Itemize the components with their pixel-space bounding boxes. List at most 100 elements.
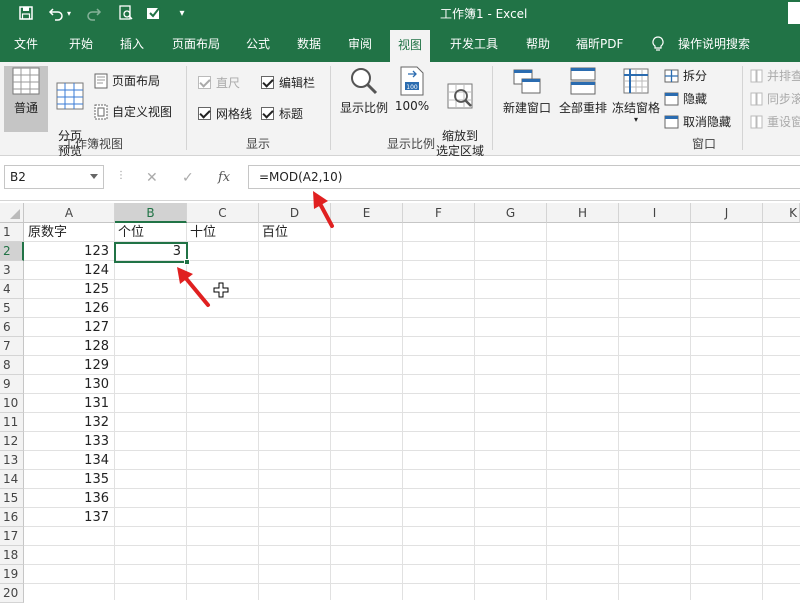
gridlines-checkbox[interactable]: 网格线	[198, 105, 252, 122]
column-header-b[interactable]: B	[115, 203, 187, 223]
formula-bar-checkbox[interactable]: 编辑栏	[261, 74, 315, 91]
undo-dropdown-icon[interactable]: ▾	[64, 3, 74, 23]
custom-view-button[interactable]: 自定义视图	[94, 103, 172, 120]
undo-icon[interactable]	[46, 3, 66, 23]
cell-a10[interactable]: 131	[25, 394, 114, 413]
row-header-20[interactable]: 20	[0, 584, 24, 603]
tab-foxit-pdf[interactable]: 福昕PDF	[576, 26, 623, 62]
cell-a13[interactable]: 134	[25, 451, 114, 470]
column-header-f[interactable]: F	[403, 203, 475, 223]
fill-handle[interactable]	[184, 259, 190, 265]
tab-help[interactable]: 帮助	[526, 26, 550, 62]
customize-toolbar-icon[interactable]: ▾	[172, 3, 192, 23]
column-header-d[interactable]: D	[259, 203, 331, 223]
column-header-e[interactable]: E	[331, 203, 403, 223]
cell-c1[interactable]: 十位	[187, 223, 258, 242]
split-button[interactable]: 拆分	[664, 67, 707, 84]
zoom-button[interactable]: 显示比例	[338, 66, 390, 116]
headings-checkbox[interactable]: 标题	[261, 105, 303, 122]
cell-a4[interactable]: 125	[25, 280, 114, 299]
view-side-by-side-button[interactable]: 并排查	[750, 67, 800, 84]
cell-a2[interactable]: 123	[25, 242, 114, 261]
tab-page-layout[interactable]: 页面布局	[172, 26, 220, 62]
headings-checkbox-box[interactable]	[261, 107, 274, 120]
worksheet-grid[interactable]: A B C D E F G H I J K 1 2 3 4 5 6 7 8 9 …	[0, 203, 800, 603]
tab-home[interactable]: 开始	[69, 26, 93, 62]
cell-a7[interactable]: 128	[25, 337, 114, 356]
row-header-2[interactable]: 2	[0, 242, 24, 261]
cell-a16[interactable]: 137	[25, 508, 114, 527]
row-header-14[interactable]: 14	[0, 470, 24, 489]
cancel-icon[interactable]: ✕	[146, 170, 158, 186]
cell-d1[interactable]: 百位	[259, 223, 330, 242]
zoom-100-button[interactable]: 100 100%	[394, 66, 430, 113]
cell-a11[interactable]: 132	[25, 413, 114, 432]
ruler-checkbox[interactable]: 直尺	[198, 74, 240, 91]
row-header-9[interactable]: 9	[0, 375, 24, 394]
formula-bar-checkbox-box[interactable]	[261, 76, 274, 89]
column-header-j[interactable]: J	[691, 203, 763, 223]
column-header-h[interactable]: H	[547, 203, 619, 223]
tell-me-search[interactable]: 操作说明搜索	[678, 26, 750, 62]
row-header-1[interactable]: 1	[0, 223, 24, 242]
hide-button[interactable]: 隐藏	[664, 90, 707, 107]
row-header-6[interactable]: 6	[0, 318, 24, 337]
row-header-12[interactable]: 12	[0, 432, 24, 451]
row-header-5[interactable]: 5	[0, 299, 24, 318]
column-header-a[interactable]: A	[24, 203, 115, 223]
tab-formulas[interactable]: 公式	[246, 26, 270, 62]
row-header-4[interactable]: 4	[0, 280, 24, 299]
row-header-3[interactable]: 3	[0, 261, 24, 280]
insert-function-icon[interactable]: fx	[218, 170, 230, 185]
tab-view[interactable]: 视图	[390, 30, 431, 62]
formula-bar-resize-handle[interactable]: ⋮	[116, 170, 126, 181]
cell-a6[interactable]: 127	[25, 318, 114, 337]
cell-a1[interactable]: 原数字	[25, 223, 114, 242]
column-header-i[interactable]: I	[619, 203, 691, 223]
cell-a9[interactable]: 130	[25, 375, 114, 394]
new-window-button[interactable]: 新建窗口	[500, 66, 554, 116]
redo-icon[interactable]	[84, 3, 104, 23]
row-header-13[interactable]: 13	[0, 451, 24, 470]
normal-view-button[interactable]: 普通	[4, 66, 48, 132]
check-icon[interactable]	[144, 3, 164, 23]
formula-input[interactable]: =MOD(A2,10)	[248, 165, 800, 189]
cell-a5[interactable]: 126	[25, 299, 114, 318]
print-preview-icon[interactable]	[116, 3, 136, 23]
row-header-16[interactable]: 16	[0, 508, 24, 527]
row-header-19[interactable]: 19	[0, 565, 24, 584]
row-header-8[interactable]: 8	[0, 356, 24, 375]
tab-review[interactable]: 审阅	[348, 26, 372, 62]
cell-a12[interactable]: 133	[25, 432, 114, 451]
row-header-7[interactable]: 7	[0, 337, 24, 356]
reset-window-position-button[interactable]: 重设窗	[750, 113, 800, 130]
save-icon[interactable]	[16, 3, 36, 23]
arrange-all-button[interactable]: 全部重排	[556, 66, 610, 116]
name-box-dropdown-icon[interactable]	[90, 174, 98, 179]
select-all-button[interactable]	[0, 203, 24, 223]
gridlines-checkbox-box[interactable]	[198, 107, 211, 120]
enter-icon[interactable]: ✓	[182, 170, 194, 186]
row-header-18[interactable]: 18	[0, 546, 24, 565]
column-header-k[interactable]: K	[763, 203, 800, 223]
tab-data[interactable]: 数据	[297, 26, 321, 62]
row-header-11[interactable]: 11	[0, 413, 24, 432]
name-box[interactable]: B2	[4, 165, 104, 189]
row-header-17[interactable]: 17	[0, 527, 24, 546]
cell-a3[interactable]: 124	[25, 261, 114, 280]
tab-insert[interactable]: 插入	[120, 26, 144, 62]
tab-file[interactable]: 文件	[14, 26, 38, 62]
page-layout-view-button[interactable]: 页面布局	[94, 72, 160, 89]
column-header-c[interactable]: C	[187, 203, 259, 223]
cell-b1[interactable]: 个位	[115, 223, 186, 242]
ruler-checkbox-box[interactable]	[198, 76, 211, 89]
row-header-15[interactable]: 15	[0, 489, 24, 508]
cell-a14[interactable]: 135	[25, 470, 114, 489]
column-header-g[interactable]: G	[475, 203, 547, 223]
account-area[interactable]	[788, 2, 800, 24]
cell-a15[interactable]: 136	[25, 489, 114, 508]
unhide-button[interactable]: 取消隐藏	[664, 113, 731, 130]
row-header-10[interactable]: 10	[0, 394, 24, 413]
cell-a8[interactable]: 129	[25, 356, 114, 375]
synchronous-scrolling-button[interactable]: 同步滚	[750, 90, 800, 107]
